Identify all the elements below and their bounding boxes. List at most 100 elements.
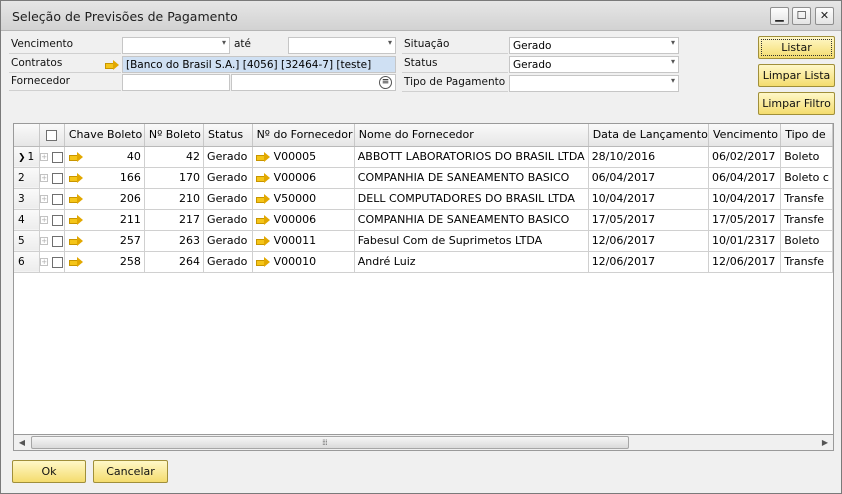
cell-tipo: Transfe <box>780 209 833 231</box>
link-arrow-icon[interactable] <box>68 256 83 267</box>
dropdown-arrow-icon[interactable]: ▾ <box>671 57 675 66</box>
expand-icon[interactable]: + <box>40 216 49 224</box>
situacao-select[interactable]: Gerado ▾ <box>509 37 679 54</box>
results-table: Chave Boleto Nº Boleto Status Nº do Forn… <box>14 124 833 273</box>
chave-value: 258 <box>119 255 141 268</box>
row-checkbox[interactable] <box>52 214 64 226</box>
link-arrow-icon[interactable] <box>255 257 270 267</box>
row-select-cell[interactable]: + <box>39 188 65 210</box>
contratos-field[interactable]: [Banco do Brasil S.A.] [4056] [32464-7] … <box>122 56 396 73</box>
scroll-thumb[interactable]: ⁞⁞⁞ <box>31 436 629 449</box>
vencimento-from-field[interactable]: ▾ <box>122 37 230 54</box>
cell-fornecedor[interactable]: V00010 <box>252 251 355 273</box>
row-checkbox[interactable] <box>52 193 64 205</box>
row-number[interactable]: 2 <box>14 167 40 189</box>
cell-fornecedor[interactable]: V00011 <box>252 230 355 252</box>
vencimento-to-field[interactable]: ▾ <box>288 37 396 54</box>
col-header-boleto[interactable]: Nº Boleto <box>144 124 205 147</box>
tipo-pagamento-select[interactable]: ▾ <box>509 75 679 92</box>
row-checkbox[interactable] <box>52 172 64 184</box>
cell-chave[interactable]: 206 <box>64 188 145 210</box>
dropdown-arrow-icon[interactable]: ▾ <box>388 38 392 47</box>
cell-tipo: Boleto c <box>780 167 833 189</box>
fornecedor-name-field[interactable]: ≡ <box>231 74 396 91</box>
listar-button[interactable]: Listar <box>758 36 835 59</box>
row-select-cell[interactable]: + <box>39 230 65 252</box>
cell-chave[interactable]: 258 <box>64 251 145 273</box>
ok-button[interactable]: Ok <box>12 460 86 483</box>
cell-chave[interactable]: 257 <box>64 230 145 252</box>
expand-icon[interactable]: + <box>40 258 49 266</box>
row-checkbox[interactable] <box>52 235 64 247</box>
cell-fornecedor[interactable]: V00005 <box>252 146 355 168</box>
cell-chave[interactable]: 40 <box>64 146 145 168</box>
cell-boleto: 263 <box>144 230 205 252</box>
col-header-status[interactable]: Status <box>203 124 253 147</box>
scroll-left-icon[interactable]: ◀ <box>14 435 30 450</box>
maximize-button[interactable]: ☐ <box>792 7 811 25</box>
expand-icon[interactable]: + <box>40 153 49 161</box>
col-header-tipo[interactable]: Tipo de <box>780 124 833 147</box>
fornecedor-value: V00005 <box>273 150 317 163</box>
title-bar[interactable]: Seleção de Previsões de Pagamento ▁ ☐ ✕ <box>1 1 841 31</box>
choose-from-list-icon[interactable]: ≡ <box>379 76 392 89</box>
row-select-cell[interactable]: + <box>39 167 65 189</box>
select-all-checkbox[interactable] <box>46 129 58 141</box>
table-row[interactable]: 2 +166 170 Gerado V00006 COMPANHIA DE SANEAME… <box>14 167 833 189</box>
link-arrow-icon[interactable] <box>68 235 83 246</box>
header-row: Chave Boleto Nº Boleto Status Nº do Forn… <box>14 124 833 147</box>
limpar-filtro-button[interactable]: Limpar Filtro <box>758 92 835 115</box>
row-number[interactable]: 5 <box>14 230 40 252</box>
scroll-right-icon[interactable]: ▶ <box>817 435 833 450</box>
cell-chave[interactable]: 211 <box>64 209 145 231</box>
fornecedor-code-field[interactable] <box>122 74 230 91</box>
row-select-cell[interactable]: + <box>39 251 65 273</box>
table-row[interactable]: 3 +206 210 Gerado V50000 DELL COMPUTADORES DO… <box>14 188 833 210</box>
link-arrow-icon[interactable] <box>68 172 83 183</box>
table-row[interactable]: 6 +258 264 Gerado V00010 André Luiz 12/06/2017… <box>14 251 833 273</box>
link-arrow-icon[interactable] <box>105 58 119 71</box>
cancelar-button[interactable]: Cancelar <box>93 460 168 483</box>
horizontal-scrollbar[interactable]: ◀ ⁞⁞⁞ ▶ <box>13 434 834 451</box>
table-row[interactable]: 5 +257 263 Gerado V00011 Fabesul Com de Supri… <box>14 230 833 252</box>
link-arrow-icon[interactable] <box>255 236 270 246</box>
link-arrow-icon[interactable] <box>255 173 270 183</box>
link-arrow-icon[interactable] <box>255 194 270 204</box>
table-row[interactable]: 4 +211 217 Gerado V00006 COMPANHIA DE SANEAME… <box>14 209 833 231</box>
expand-icon[interactable]: + <box>40 195 49 203</box>
row-number[interactable]: ❯ 1 <box>14 146 40 168</box>
link-arrow-icon[interactable] <box>68 214 83 225</box>
close-button[interactable]: ✕ <box>815 7 834 25</box>
dropdown-arrow-icon[interactable]: ▾ <box>222 38 226 47</box>
col-header-lancamento[interactable]: Data de Lançamento <box>588 124 710 147</box>
dropdown-arrow-icon[interactable]: ▾ <box>671 38 675 47</box>
cell-chave[interactable]: 166 <box>64 167 145 189</box>
cell-fornecedor[interactable]: V50000 <box>252 188 355 210</box>
link-arrow-icon[interactable] <box>255 152 270 162</box>
col-header-fornecedor[interactable]: Nº do Fornecedor <box>252 124 355 147</box>
link-arrow-icon[interactable] <box>68 193 83 204</box>
col-header-chave[interactable]: Chave Boleto <box>64 124 145 147</box>
row-number[interactable]: 4 <box>14 209 40 231</box>
link-arrow-icon[interactable] <box>68 151 83 162</box>
row-number[interactable]: 6 <box>14 251 40 273</box>
row-checkbox[interactable] <box>52 256 64 268</box>
status-select[interactable]: Gerado ▾ <box>509 56 679 73</box>
expand-icon[interactable]: + <box>40 174 49 182</box>
link-arrow-icon[interactable] <box>255 215 270 225</box>
table-row[interactable]: ❯ 1 +40 42 Gerado V00005 ABBOTT LABORATORIOS D… <box>14 146 833 168</box>
row-checkbox[interactable] <box>52 151 64 163</box>
minimize-button[interactable]: ▁ <box>770 7 789 25</box>
row-select-cell[interactable]: + <box>39 209 65 231</box>
col-header-nome[interactable]: Nome do Fornecedor <box>354 124 589 147</box>
expand-icon[interactable]: + <box>40 237 49 245</box>
col-header-vencimento[interactable]: Vencimento <box>708 124 782 147</box>
row-select-cell[interactable]: + <box>39 146 65 168</box>
limpar-lista-button[interactable]: Limpar Lista <box>758 64 835 87</box>
dropdown-arrow-icon[interactable]: ▾ <box>671 76 675 85</box>
select-all-header[interactable] <box>39 124 65 147</box>
cell-fornecedor[interactable]: V00006 <box>252 167 355 189</box>
cell-fornecedor[interactable]: V00006 <box>252 209 355 231</box>
row-number[interactable]: 3 <box>14 188 40 210</box>
results-grid[interactable]: Chave Boleto Nº Boleto Status Nº do Forn… <box>13 123 834 451</box>
